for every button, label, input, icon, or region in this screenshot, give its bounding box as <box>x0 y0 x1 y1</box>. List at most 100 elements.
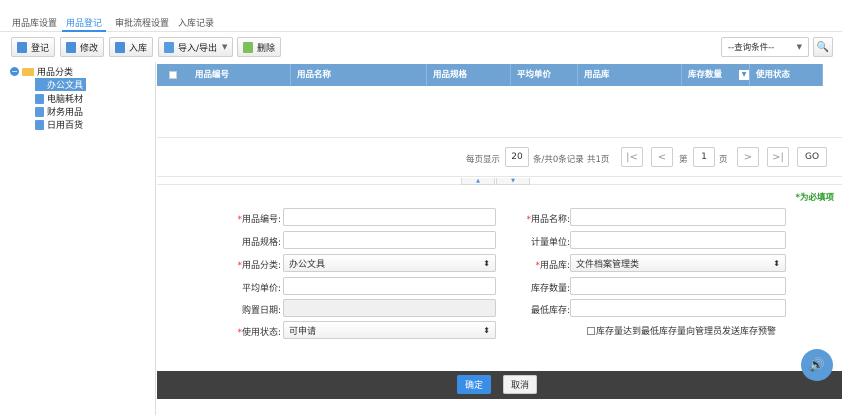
delete-button[interactable]: 删除 <box>237 37 282 57</box>
category-value: 办公文具 <box>289 259 326 270</box>
document-icon <box>35 79 44 90</box>
document-icon <box>35 119 44 130</box>
chevron-down-icon: ▼ <box>796 43 802 51</box>
records-label: 条/共0条记录 <box>533 155 584 165</box>
import-export-button[interactable]: 导入/导出 ▼ <box>158 37 234 57</box>
per-page-label: 每页显示 <box>466 155 501 165</box>
document-icon <box>35 93 44 104</box>
collapse-up-icon[interactable]: ▲ <box>461 178 495 185</box>
column-header-spec[interactable]: 用品规格 <box>427 64 511 86</box>
unit-input[interactable] <box>570 231 786 249</box>
column-header-store[interactable]: 用品库 <box>578 64 682 86</box>
edit-label: 修改 <box>80 43 99 54</box>
price-label: 平均单价: <box>241 284 281 294</box>
qty-label: 库存数量: <box>530 284 570 294</box>
required-note: *为必填项 <box>795 193 834 203</box>
go-button[interactable]: GO <box>797 147 827 167</box>
stockin-label: 入库 <box>129 43 148 54</box>
minqty-label: 最低库存: <box>530 306 570 316</box>
tree-item-computer-supplies[interactable]: 电脑耗材 <box>35 92 83 105</box>
panel-splitter: ▲ ▼ <box>157 177 842 185</box>
first-page-button[interactable]: |< <box>621 147 643 167</box>
search-icon: 🔍 <box>816 41 830 53</box>
tree-item-label: 电脑耗材 <box>47 95 84 105</box>
select-arrows-icon: ⬍ <box>483 325 490 335</box>
price-input[interactable] <box>283 277 496 295</box>
form-footer: 确定 取消 <box>157 371 842 399</box>
per-page-input[interactable]: 20 <box>505 147 529 167</box>
select-arrows-icon: ⬍ <box>773 258 780 268</box>
trash-icon <box>243 41 253 53</box>
register-button[interactable]: 登记 <box>11 37 56 57</box>
collapse-icon[interactable]: − <box>10 67 19 76</box>
store-select[interactable]: 文件档案管理类 ⬍ <box>570 254 786 272</box>
tree-item-daily-goods[interactable]: 日用百货 <box>35 118 83 131</box>
tab-approval-flow[interactable]: 审批流程设置 <box>115 16 169 29</box>
code-input[interactable] <box>283 208 496 226</box>
edit-icon <box>66 41 76 53</box>
qty-input[interactable] <box>570 277 786 295</box>
stock-alert-checkbox[interactable]: 库存量达到最低库存量向管理员发送库存预警 <box>587 324 776 337</box>
next-page-button[interactable]: > <box>737 147 759 167</box>
tab-item-registration[interactable]: 用品登记 <box>66 16 102 29</box>
date-input[interactable] <box>283 299 496 317</box>
confirm-button[interactable]: 确定 <box>457 375 491 394</box>
status-value: 可申请 <box>289 326 317 337</box>
top-tabs: 用品库设置 用品登记 审批流程设置 入库记录 <box>0 0 842 32</box>
store-value: 文件档案管理类 <box>576 259 640 270</box>
stockin-button[interactable]: 入库 <box>109 37 154 57</box>
edit-button[interactable]: 修改 <box>60 37 105 57</box>
pages-label: 共1页 <box>587 155 610 165</box>
active-tab-indicator <box>62 30 106 32</box>
column-header-name[interactable]: 用品名称 <box>291 64 427 86</box>
expand-down-icon[interactable]: ▼ <box>496 178 530 185</box>
tree-item-finance-supplies[interactable]: 财务用品 <box>35 105 83 118</box>
minqty-input[interactable] <box>570 299 786 317</box>
tree-item-office-stationery[interactable]: 办公文具 <box>35 78 87 91</box>
query-condition-select[interactable]: --查询条件-- ▼ <box>721 37 809 57</box>
import-export-label: 导入/导出 <box>178 43 218 54</box>
speaker-icon[interactable]: 🔊 <box>801 349 833 381</box>
tree-root[interactable]: − 用品分类 <box>10 65 73 78</box>
status-select[interactable]: 可申请 ⬍ <box>283 321 496 339</box>
query-condition-value: --查询条件-- <box>728 43 775 53</box>
search-button[interactable]: 🔍 <box>813 37 833 57</box>
column-header-status[interactable]: 使用状态 <box>750 64 823 86</box>
register-label: 登记 <box>31 43 50 54</box>
column-header-code[interactable]: 用品编号 <box>189 64 291 86</box>
delete-label: 删除 <box>257 43 276 54</box>
tab-item-library-settings[interactable]: 用品库设置 <box>12 16 57 29</box>
page-input[interactable]: 1 <box>693 147 715 167</box>
document-icon <box>35 106 44 117</box>
select-arrows-icon: ⬍ <box>483 258 490 268</box>
checkbox-box[interactable] <box>587 326 595 335</box>
tab-stockin-records[interactable]: 入库记录 <box>178 16 214 29</box>
page-suffix: 页 <box>719 155 728 165</box>
category-select[interactable]: 办公文具 ⬍ <box>283 254 496 272</box>
spec-input[interactable] <box>283 231 496 249</box>
last-page-button[interactable]: >| <box>767 147 789 167</box>
category-label: *用品分类: <box>237 261 281 271</box>
name-label: *用品名称: <box>526 215 570 225</box>
tree-item-label: 日用百货 <box>47 121 84 131</box>
cancel-button[interactable]: 取消 <box>503 375 537 394</box>
folder-icon <box>22 67 34 76</box>
stockin-icon <box>115 41 125 53</box>
grid-header: 用品编号 用品名称 用品规格 平均单价 用品库 库存数量 ▼ 使用状态 <box>157 64 823 86</box>
chevron-down-icon: ▼ <box>222 43 228 51</box>
sort-arrow-icon[interactable]: ▼ <box>739 70 749 80</box>
toolbar: 登记 修改 入库 导入/导出 ▼ 删除 --查询条件-- ▼ 🔍 <box>0 33 842 62</box>
register-icon <box>17 41 27 53</box>
status-label: *使用状态: <box>237 328 281 338</box>
select-all-checkbox[interactable] <box>169 71 177 79</box>
tree-item-label: 办公文具 <box>47 81 84 91</box>
tree-root-label: 用品分类 <box>37 68 74 78</box>
registration-form: *为必填项 *用品编号: *用品名称: 用品规格: 计量单位: *用品分类: 办… <box>157 185 842 371</box>
unit-label: 计量单位: <box>530 238 570 248</box>
page-prefix: 第 <box>679 155 688 165</box>
name-input[interactable] <box>570 208 786 226</box>
date-label: 购置日期: <box>241 306 281 316</box>
column-header-price[interactable]: 平均单价 <box>511 64 578 86</box>
store-label: *用品库: <box>535 261 570 271</box>
prev-page-button[interactable]: < <box>651 147 673 167</box>
